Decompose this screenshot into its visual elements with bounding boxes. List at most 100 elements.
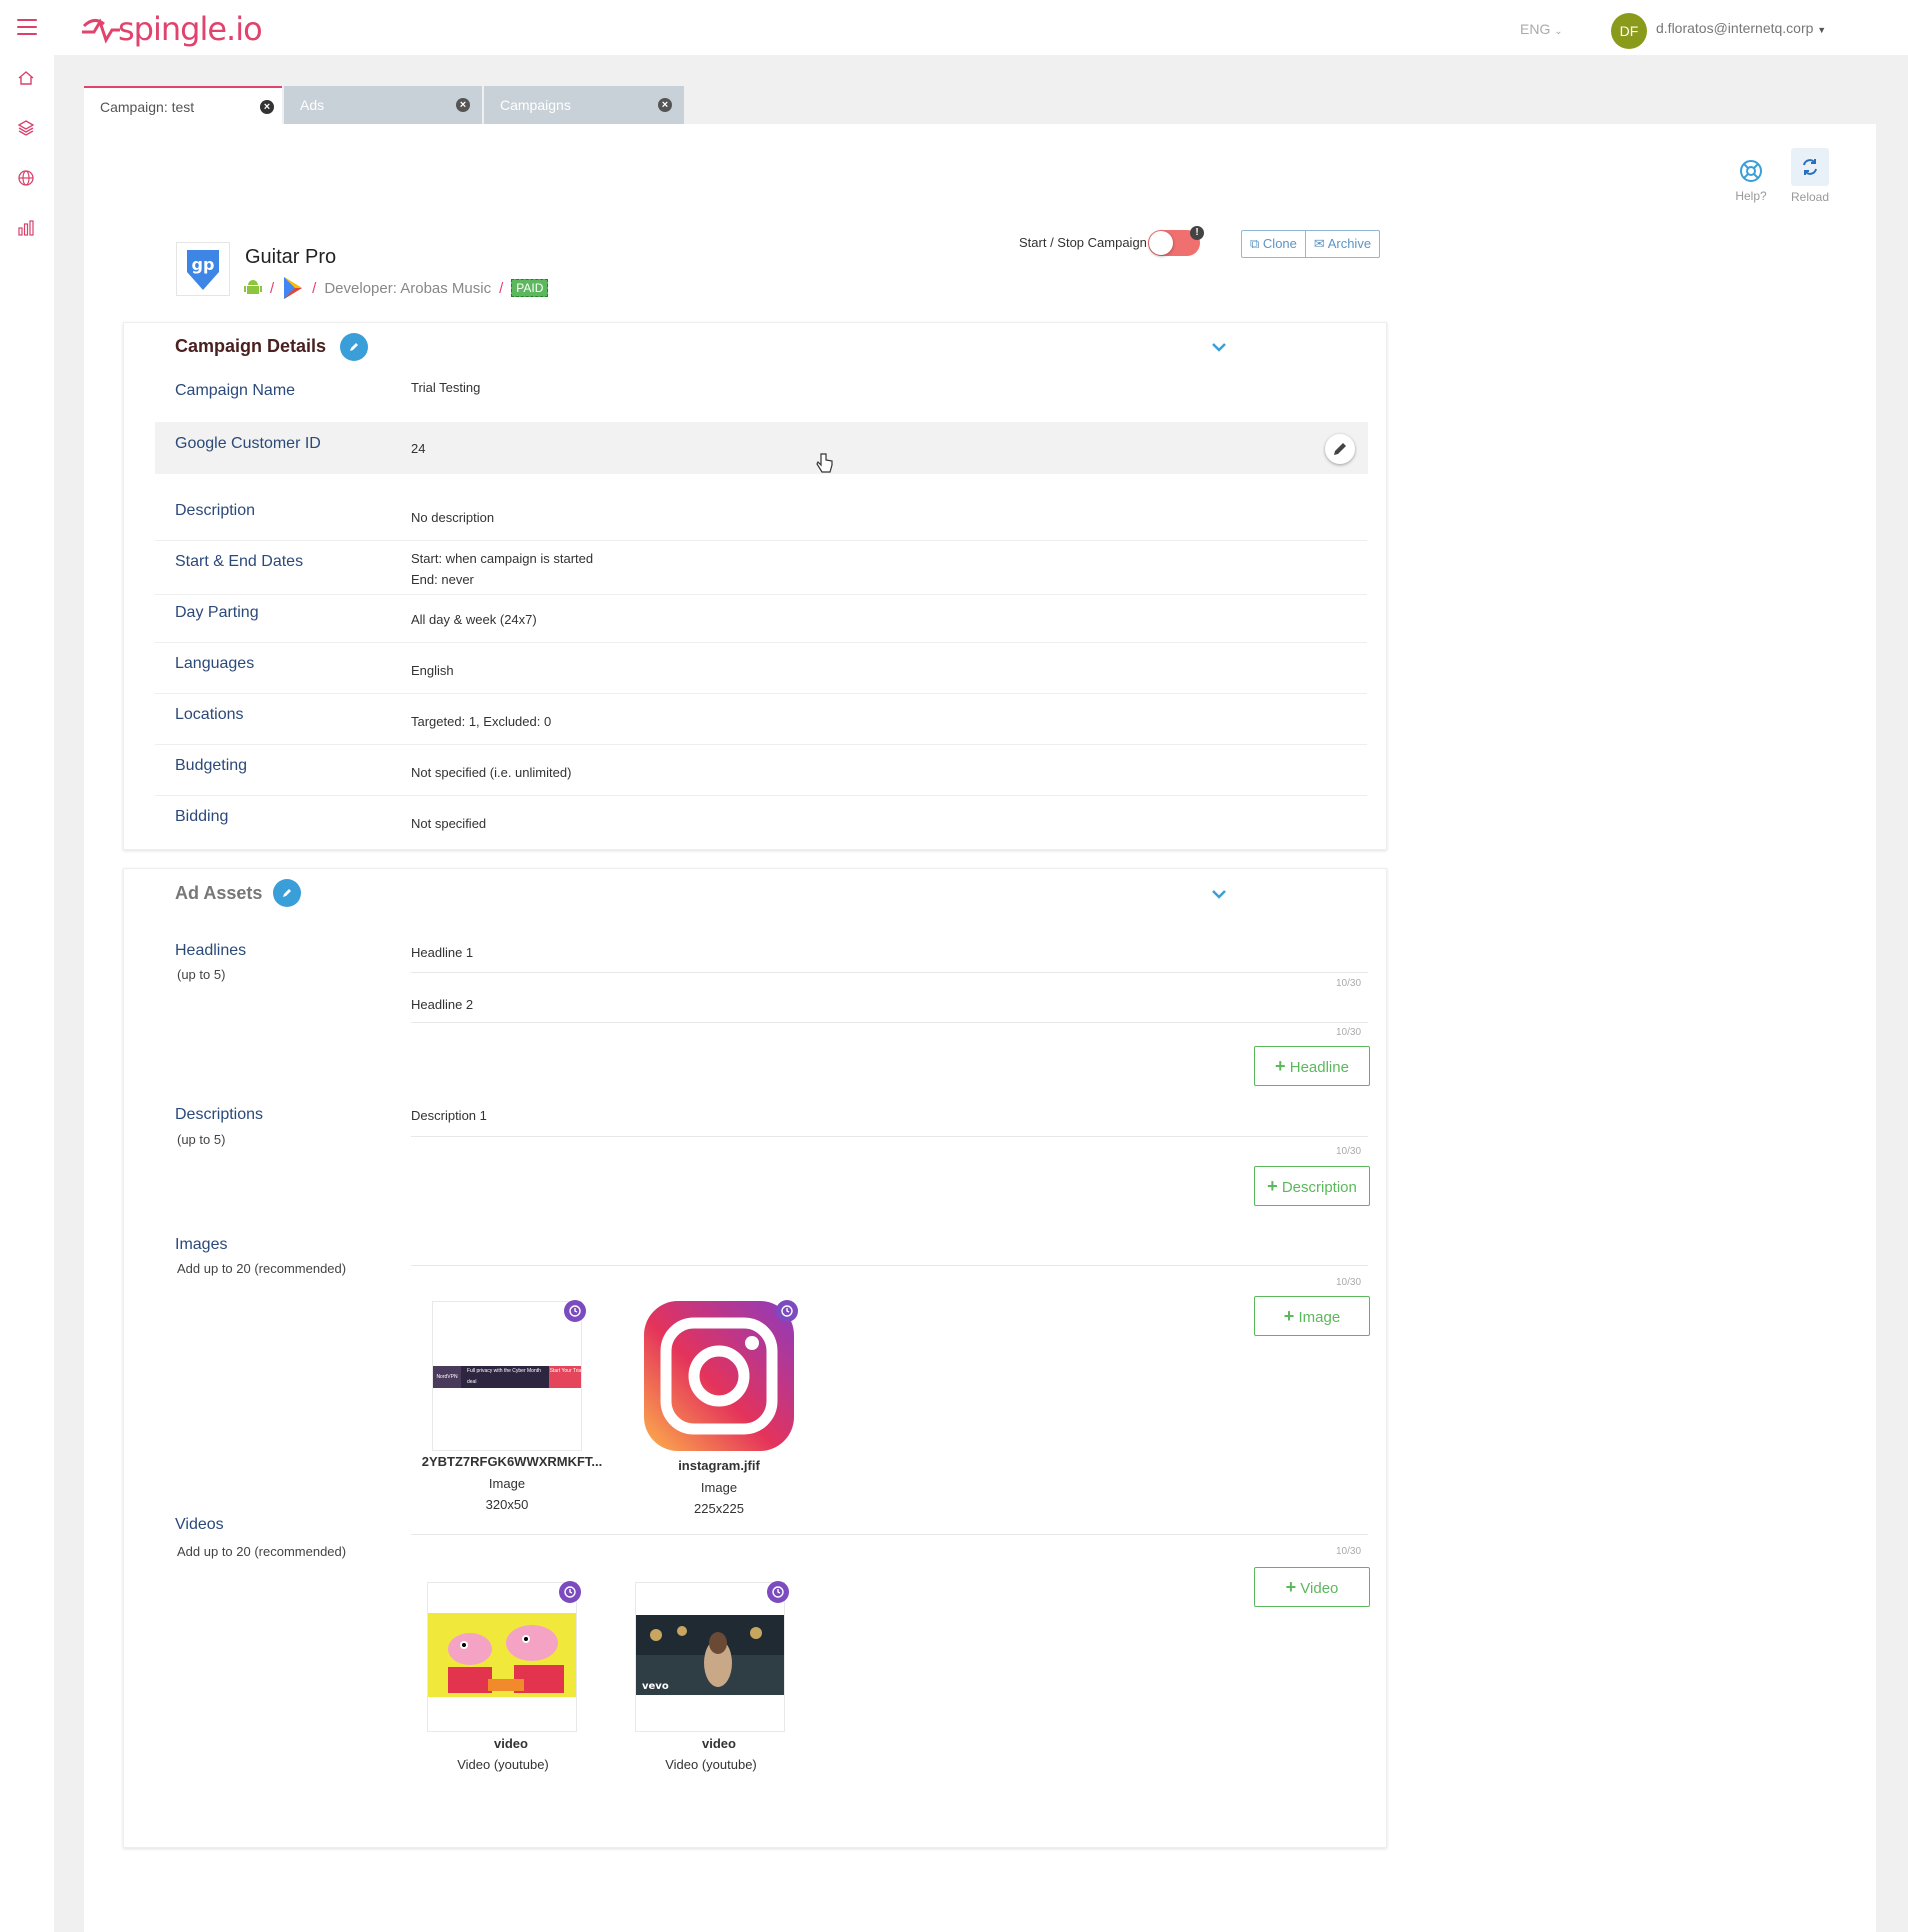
- instagram-logo-icon: [644, 1301, 794, 1451]
- bidding-value: Not specified: [411, 816, 487, 831]
- caret-down-icon: ▼: [1817, 25, 1827, 35]
- locations-label: Locations: [175, 706, 244, 723]
- language-label: ENG: [1520, 21, 1551, 37]
- copy-icon: ⧉: [1250, 236, 1260, 251]
- input-underline: [411, 972, 1368, 973]
- app-name: Guitar Pro: [245, 246, 337, 268]
- chevron-down-icon: ⌄: [1554, 26, 1563, 37]
- campaign-name-value: Trial Testing: [411, 380, 481, 395]
- budgeting-value: Not specified (i.e. unlimited): [411, 765, 572, 780]
- help-label: Help?: [1735, 189, 1767, 203]
- description-input[interactable]: Description 1: [411, 1108, 487, 1123]
- pencil-icon: [350, 343, 358, 351]
- separator: /: [270, 279, 275, 297]
- bar-chart-icon[interactable]: [17, 219, 35, 237]
- headline-input[interactable]: Headline 2: [411, 997, 473, 1012]
- close-icon[interactable]: ×: [658, 98, 672, 112]
- paid-badge: PAID: [511, 279, 549, 297]
- video-thumbnail[interactable]: vevo: [635, 1582, 785, 1732]
- separator: /: [499, 279, 504, 297]
- edit-ad-assets-button[interactable]: [273, 879, 301, 907]
- pencil-icon: [1334, 443, 1346, 455]
- add-image-label: Image: [1298, 1309, 1341, 1326]
- play-store-icon[interactable]: [282, 276, 304, 300]
- image-size: 320x50: [485, 1497, 529, 1512]
- image-thumbnail[interactable]: NordVPN Full privacy with the Cyber Mont…: [432, 1301, 582, 1451]
- android-icon: [244, 280, 262, 294]
- videos-label: Videos: [175, 1516, 224, 1533]
- app-icon: gp: [176, 242, 230, 296]
- archive-button[interactable]: ✉ Archive: [1304, 231, 1379, 257]
- campaign-name-label: Campaign Name: [175, 382, 296, 399]
- google-customer-id-row[interactable]: [155, 422, 1368, 474]
- close-icon[interactable]: ×: [260, 100, 274, 114]
- add-video-label: Video: [1300, 1580, 1339, 1597]
- char-counter: 10/30: [1336, 1146, 1362, 1157]
- tab-label: Campaign: test: [100, 99, 195, 115]
- add-description-label: Description: [1281, 1179, 1357, 1196]
- layers-icon[interactable]: [17, 119, 35, 137]
- logo-mark-icon: [82, 18, 120, 44]
- divider: [155, 594, 1367, 595]
- toggle-knob: [1149, 231, 1173, 255]
- plus-icon: +: [1267, 1176, 1278, 1196]
- videos-sublabel: Add up to 20 (recommended): [177, 1544, 347, 1559]
- add-image-button[interactable]: + Image: [1254, 1296, 1370, 1336]
- image-thumbnail[interactable]: [644, 1301, 794, 1451]
- ad-assets-title: Ad Assets: [175, 883, 263, 903]
- clock-icon: [559, 1581, 581, 1603]
- image-name: instagram.jfif: [678, 1458, 760, 1473]
- tab-campaigns[interactable]: Campaigns ×: [484, 86, 684, 124]
- banner-ad-image: NordVPN Full privacy with the Cyber Mont…: [433, 1366, 581, 1388]
- tab-campaign-test[interactable]: Campaign: test ×: [84, 86, 282, 124]
- char-counter: 10/30: [1336, 978, 1362, 989]
- start-stop-toggle[interactable]: !: [1148, 226, 1204, 256]
- logo-text: spingle.io: [118, 10, 263, 48]
- plus-icon: +: [1283, 1306, 1295, 1326]
- close-icon[interactable]: ×: [456, 98, 470, 112]
- video-name: video: [702, 1736, 736, 1751]
- peppa-pig-video-image: [428, 1613, 576, 1697]
- chevron-down-icon[interactable]: [1212, 342, 1226, 352]
- video-name: video: [494, 1736, 528, 1751]
- user-menu[interactable]: d.floratos@internetq.corp ▼: [1656, 20, 1826, 36]
- menu-icon[interactable]: [17, 19, 37, 35]
- plus-icon: +: [1285, 1577, 1297, 1597]
- input-underline: [411, 1022, 1368, 1023]
- languages-label: Languages: [175, 655, 255, 672]
- logo[interactable]: spingle.io: [80, 10, 270, 50]
- envelope-icon: ✉: [1313, 236, 1325, 251]
- avatar[interactable]: DF: [1611, 13, 1647, 49]
- archive-label: Archive: [1327, 236, 1372, 251]
- clone-button[interactable]: ⧉ Clone: [1242, 231, 1305, 257]
- budgeting-label: Budgeting: [175, 757, 248, 774]
- globe-icon[interactable]: [17, 169, 35, 187]
- locations-value: Targeted: 1, Excluded: 0: [411, 714, 552, 729]
- edit-campaign-details-button[interactable]: [340, 333, 368, 361]
- day-parting-value: All day & week (24x7): [411, 612, 537, 627]
- add-headline-button[interactable]: + Headline: [1254, 1046, 1370, 1086]
- home-icon[interactable]: [17, 69, 35, 87]
- day-parting-label: Day Parting: [175, 604, 259, 621]
- start-date-value: Start: when campaign is started: [411, 551, 594, 566]
- developer-label: Developer: Arobas Music: [324, 279, 492, 297]
- char-counter: 10/30: [1336, 1277, 1362, 1288]
- tab-label: Campaigns: [500, 97, 571, 113]
- reload-button[interactable]: Reload: [1790, 148, 1830, 204]
- image-name: 2YBTZ7RFGK6WWXRMKFT...: [421, 1454, 603, 1469]
- headlines-sublabel: (up to 5): [177, 967, 226, 982]
- tab-ads[interactable]: Ads ×: [284, 86, 482, 124]
- edit-customer-id-button[interactable]: [1325, 434, 1355, 464]
- video-type: Video (youtube): [457, 1757, 549, 1772]
- app-meta: / / Developer: Arobas Music / PAID: [244, 276, 549, 300]
- add-video-button[interactable]: + Video: [1254, 1567, 1370, 1607]
- add-description-button[interactable]: + Description: [1254, 1166, 1370, 1206]
- chevron-down-icon[interactable]: [1212, 889, 1226, 899]
- clock-icon: [564, 1300, 586, 1322]
- language-selector[interactable]: ENG ⌄: [1520, 21, 1563, 37]
- headline-input[interactable]: Headline 1: [411, 945, 473, 960]
- video-thumbnail[interactable]: [427, 1582, 577, 1732]
- images-sublabel: Add up to 20 (recommended): [177, 1261, 347, 1276]
- help-button[interactable]: Help?: [1733, 155, 1769, 203]
- action-button-group: ⧉ Clone ✉ Archive: [1241, 230, 1381, 258]
